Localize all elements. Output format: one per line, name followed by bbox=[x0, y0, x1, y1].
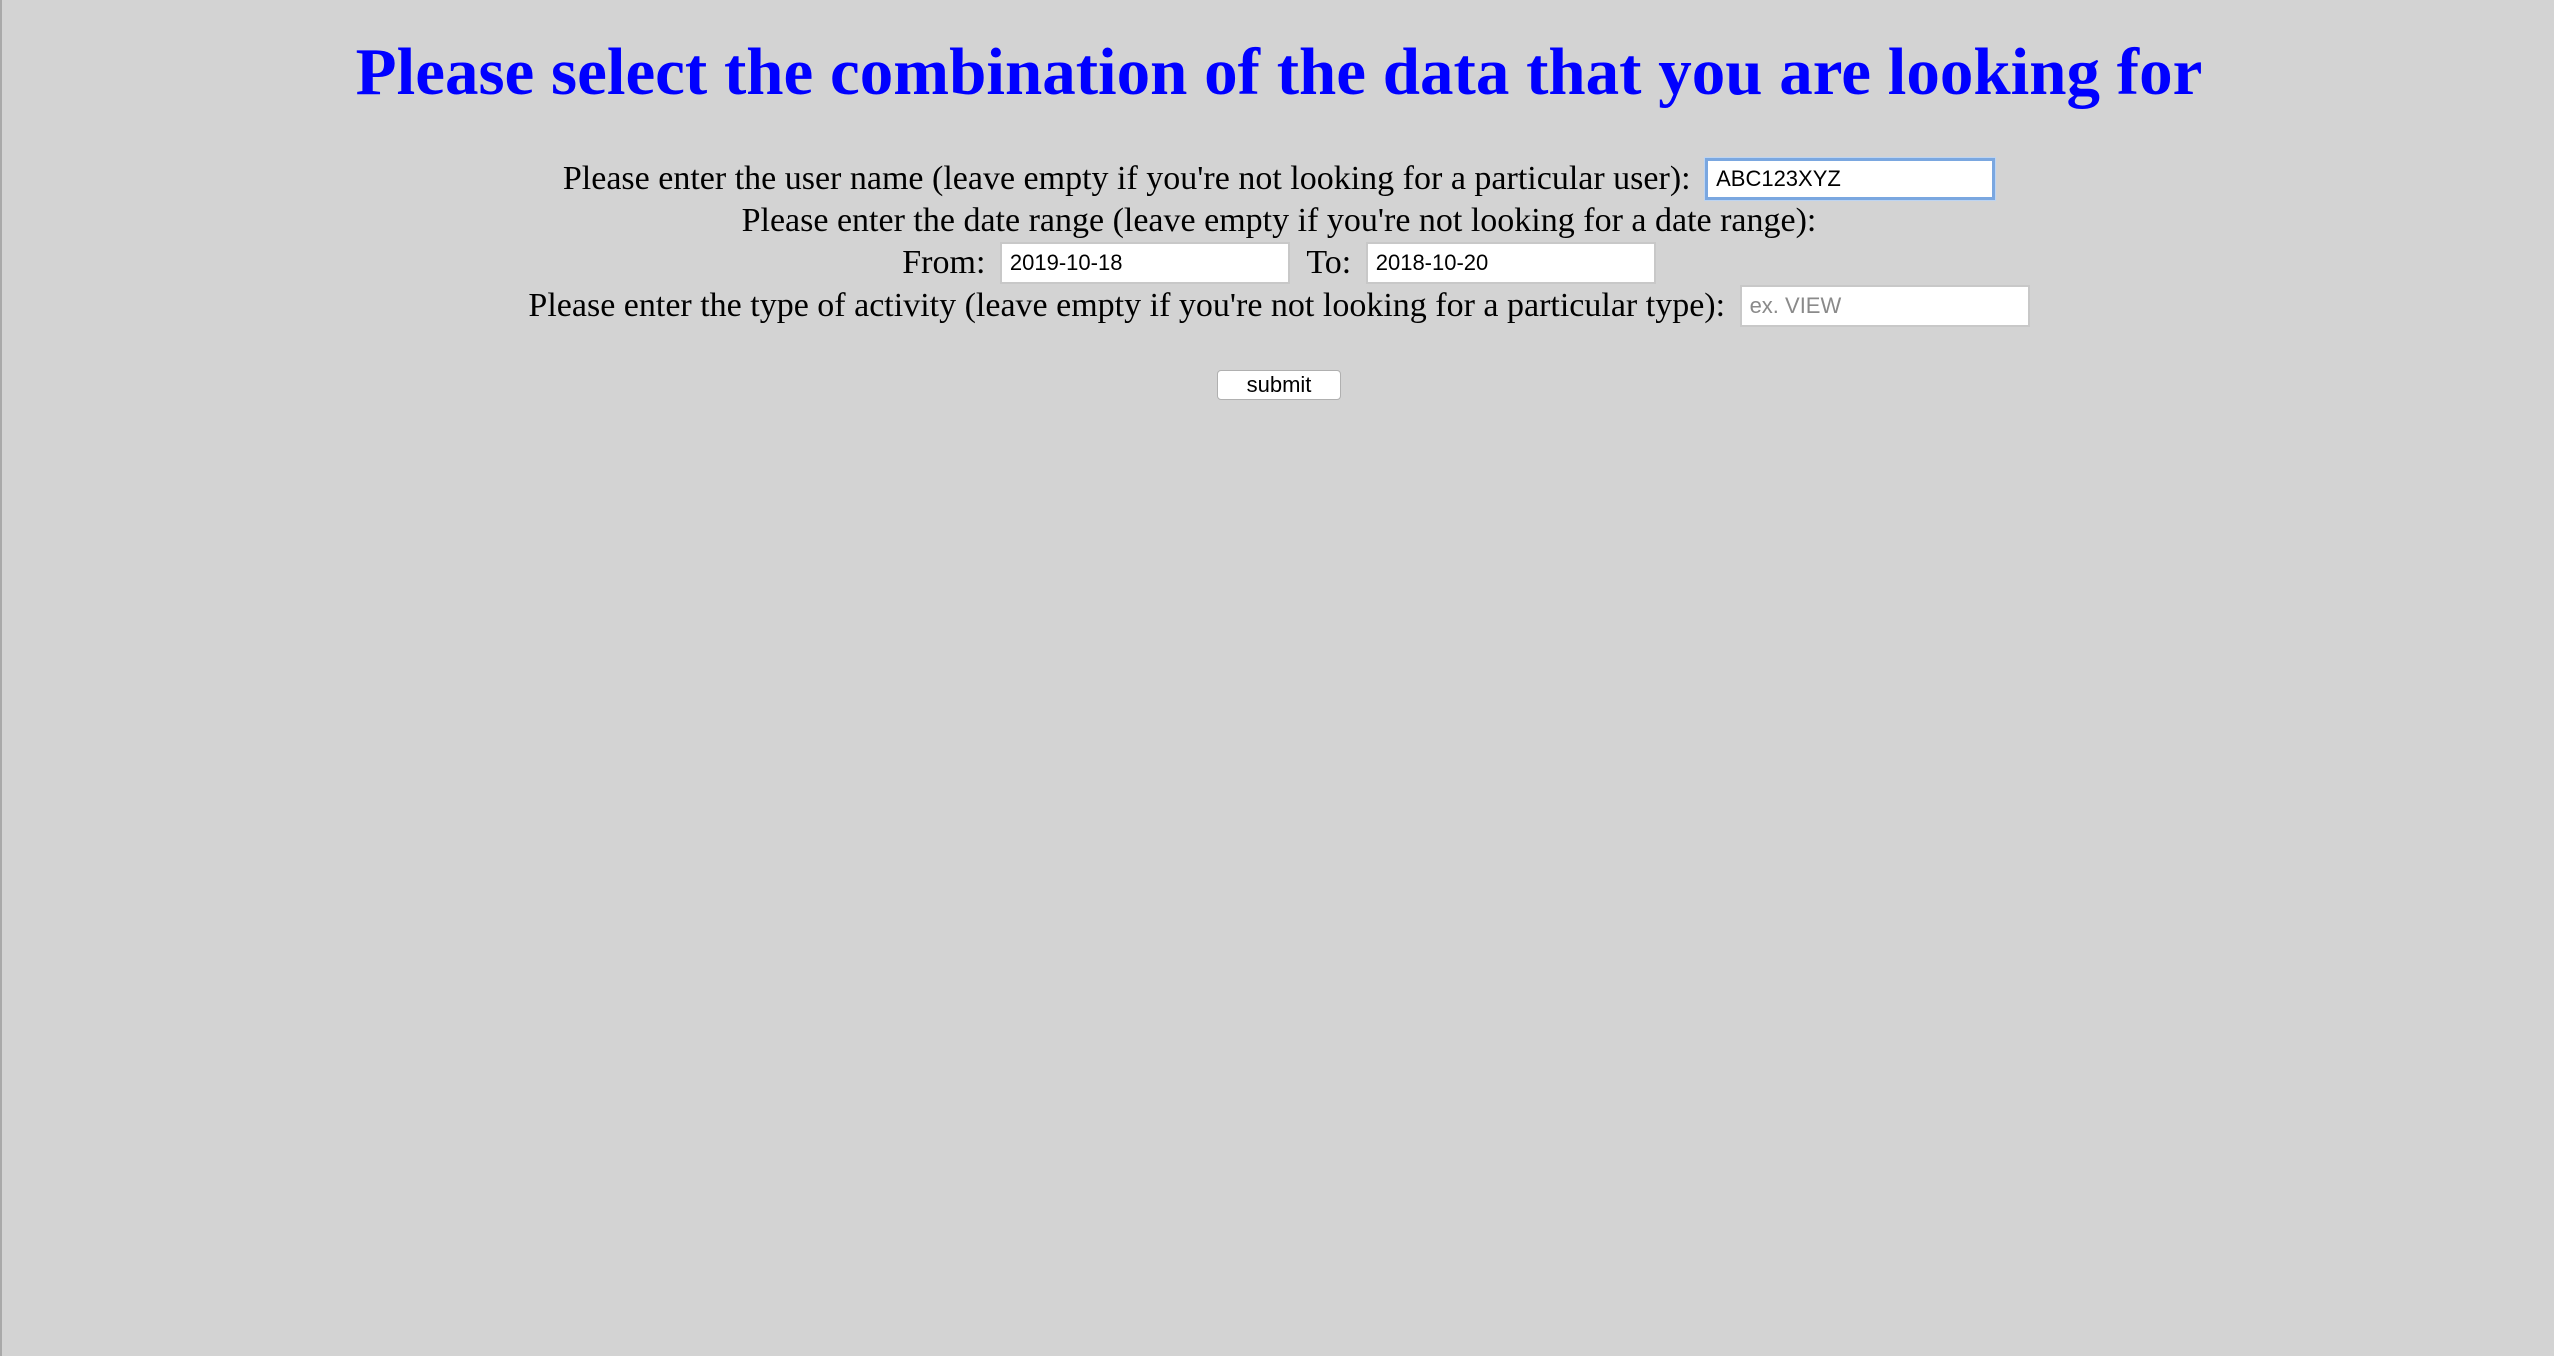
user-name-input[interactable] bbox=[1705, 158, 1996, 201]
from-to-row: From: To: bbox=[2, 240, 2554, 285]
submit-row: submit bbox=[2, 370, 2554, 400]
to-date-input[interactable] bbox=[1365, 242, 1656, 285]
to-label: To: bbox=[1306, 244, 1352, 282]
activity-type-label: Please enter the type of activity (leave… bbox=[528, 287, 1726, 325]
activity-row: Please enter the type of activity (leave… bbox=[2, 283, 2554, 328]
from-date-input[interactable] bbox=[999, 242, 1290, 285]
user-name-label: Please enter the user name (leave empty … bbox=[562, 160, 1691, 198]
page: Please select the combination of the dat… bbox=[0, 0, 2554, 1356]
date-range-label: Please enter the date range (leave empty… bbox=[741, 202, 1817, 240]
user-name-row: Please enter the user name (leave empty … bbox=[2, 156, 2554, 201]
date-range-row: Please enter the date range (leave empty… bbox=[2, 198, 2554, 242]
submit-button[interactable]: submit bbox=[1217, 370, 1341, 400]
from-label: From: bbox=[902, 244, 986, 282]
activity-type-input[interactable] bbox=[1739, 285, 2030, 328]
page-title: Please select the combination of the dat… bbox=[355, 35, 2203, 109]
